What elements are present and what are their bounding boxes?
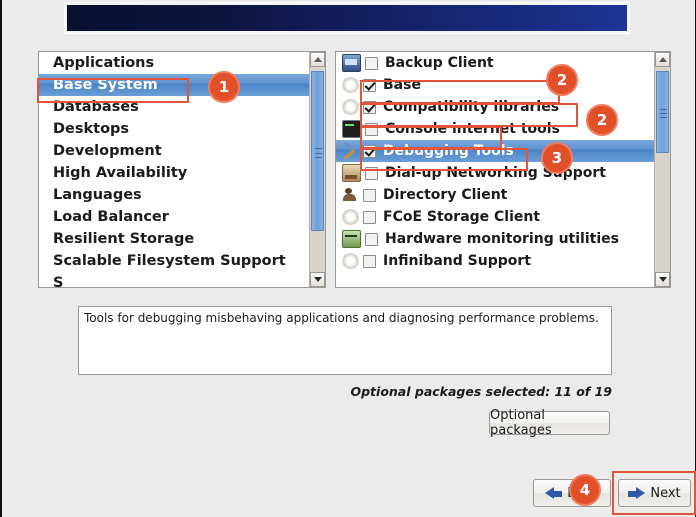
group-list-item[interactable]: Languages: [39, 184, 309, 206]
package-label: FCoE Storage Client: [383, 209, 541, 225]
next-button-label: Next: [650, 485, 681, 501]
gear-icon: [342, 99, 359, 115]
group-list-item[interactable]: S: [39, 272, 309, 287]
package-checkbox[interactable]: [365, 122, 378, 136]
package-scroll-thumb[interactable]: [656, 71, 669, 154]
arrow-left-icon: [545, 486, 563, 500]
package-group-panel: Applications Base System Databases Desktops…: [38, 51, 326, 288]
package-list-item[interactable]: Backup Client: [336, 52, 654, 74]
package-list[interactable]: Backup Client Base Compatibility libraries…: [336, 52, 654, 287]
backup-client-icon: [342, 54, 361, 72]
package-group-list[interactable]: Applications Base System Databases Desktops…: [39, 52, 309, 287]
scroll-down-icon[interactable]: [310, 272, 325, 287]
package-list-item[interactable]: Infiniband Support: [336, 250, 654, 272]
optional-packages-button-label: Optional packages: [490, 408, 552, 438]
package-list-item[interactable]: Directory Client: [336, 184, 654, 206]
group-list-scrollbar[interactable]: [309, 52, 325, 287]
optional-packages-status: Optional packages selected: 11 of 19: [350, 384, 612, 399]
header-banner: [64, 2, 630, 34]
group-list-item[interactable]: Load Balancer: [39, 206, 309, 228]
group-list-item[interactable]: High Availability: [39, 162, 309, 184]
installer-window: Applications Base System Databases Desktops…: [0, 0, 696, 517]
package-list-item[interactable]: FCoE Storage Client: [336, 206, 654, 228]
package-list-item[interactable]: Dial-up Networking Support: [336, 162, 654, 184]
annotation-badge: 1: [208, 71, 240, 103]
package-checkbox[interactable]: [363, 254, 376, 268]
package-checkbox[interactable]: [363, 188, 376, 202]
group-list-item[interactable]: Development: [39, 140, 309, 162]
group-list-item[interactable]: Applications: [39, 52, 309, 74]
package-checkbox[interactable]: [365, 166, 378, 180]
hardware-monitor-icon: [342, 230, 361, 248]
package-label: Infiniband Support: [383, 253, 531, 269]
arrow-right-icon: [628, 486, 646, 500]
terminal-icon: [342, 120, 361, 138]
group-list-item[interactable]: Scalable Filesystem Support: [39, 250, 309, 272]
next-button[interactable]: Next: [618, 479, 691, 507]
package-panel: Backup Client Base Compatibility libraries…: [335, 51, 671, 288]
annotation-badge: 3: [541, 142, 573, 174]
package-label: Console internet tools: [385, 121, 560, 137]
package-label: Base: [383, 77, 421, 93]
group-list-item[interactable]: Databases: [39, 96, 309, 118]
package-checkbox[interactable]: [363, 144, 376, 158]
package-checkbox[interactable]: [363, 100, 376, 114]
scroll-up-icon[interactable]: [310, 52, 325, 67]
package-label: Directory Client: [383, 187, 508, 203]
package-label: Backup Client: [385, 55, 494, 71]
annotation-badge: 4: [569, 474, 601, 506]
package-label: Debugging Tools: [383, 143, 514, 159]
group-list-item[interactable]: Resilient Storage: [39, 228, 309, 250]
modem-icon: [342, 164, 361, 182]
package-list-item[interactable]: Hardware monitoring utilities: [336, 228, 654, 250]
package-list-scrollbar[interactable]: [654, 52, 670, 287]
annotation-badge: 2: [586, 104, 618, 136]
group-scroll-thumb[interactable]: [311, 71, 324, 231]
package-label: Compatibility libraries: [383, 99, 560, 115]
package-checkbox[interactable]: [363, 210, 376, 224]
package-label: Hardware monitoring utilities: [385, 231, 619, 247]
users-icon: [342, 187, 359, 203]
scroll-up-icon[interactable]: [655, 52, 670, 67]
package-checkbox[interactable]: [363, 78, 376, 92]
package-list-item[interactable]: Base: [336, 74, 654, 96]
package-label: Dial-up Networking Support: [385, 165, 606, 181]
package-list-item[interactable]: Debugging Tools: [336, 140, 654, 162]
gear-icon: [342, 77, 359, 93]
group-list-item[interactable]: Desktops: [39, 118, 309, 140]
gear-icon: [342, 253, 359, 269]
annotation-badge: 2: [546, 64, 578, 96]
tools-icon: [342, 141, 359, 160]
optional-packages-button[interactable]: Optional packages: [489, 408, 610, 438]
package-checkbox[interactable]: [365, 56, 378, 70]
banner-gradient: [67, 5, 627, 31]
package-description: Tools for debugging misbehaving applicat…: [78, 306, 612, 375]
gear-icon: [342, 209, 359, 225]
scroll-down-icon[interactable]: [655, 272, 670, 287]
package-checkbox[interactable]: [365, 232, 378, 246]
group-list-item[interactable]: Base System: [39, 74, 309, 96]
